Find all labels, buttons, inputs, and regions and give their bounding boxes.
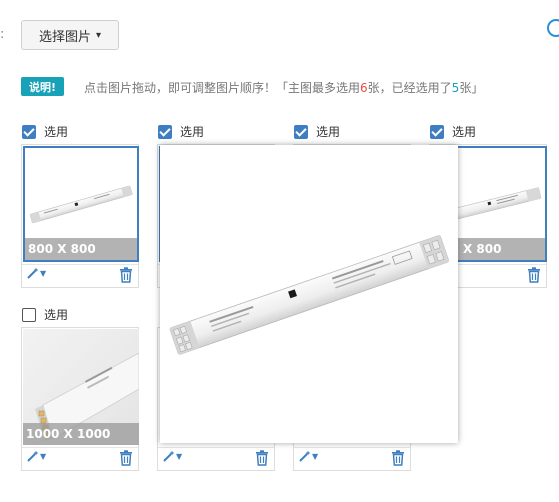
field-label-colon: : bbox=[0, 27, 5, 42]
checkbox-unchecked-icon[interactable] bbox=[22, 307, 36, 322]
select-checkbox-5[interactable]: 选用 bbox=[22, 306, 68, 323]
image-card-5[interactable]: 1000 X 1000 ▼ bbox=[21, 327, 139, 471]
chevron-down-icon: ▾ bbox=[95, 30, 102, 41]
product-thumbnail[interactable]: 1000 X 1000 bbox=[23, 329, 139, 445]
edit-image-button[interactable]: ▼ bbox=[298, 450, 318, 463]
edit-image-button[interactable]: ▼ bbox=[26, 450, 46, 463]
notice-text: 点击图片拖动，即可调整图片顺序！「主图最多选用6张，已经选用了5张」 bbox=[84, 79, 483, 96]
edit-image-button[interactable]: ▼ bbox=[26, 267, 46, 280]
notice-prefix: 点击图片拖动，即可调整图片顺序！「主图最多选用 bbox=[84, 81, 361, 95]
checkbox-checked-icon[interactable] bbox=[294, 124, 308, 139]
trash-icon[interactable] bbox=[119, 450, 133, 466]
card-divider bbox=[22, 264, 138, 265]
drag-preview-image[interactable] bbox=[160, 145, 458, 443]
magic-wand-icon bbox=[27, 450, 39, 462]
caret-down-icon: ▼ bbox=[176, 452, 183, 461]
notice-middle: 张，已经选用了 bbox=[367, 81, 452, 95]
checkbox-checked-icon[interactable] bbox=[158, 124, 172, 139]
trash-icon[interactable] bbox=[527, 267, 541, 283]
caret-down-icon: ▼ bbox=[40, 452, 47, 461]
notice-badge: 说明! bbox=[21, 77, 65, 96]
checkbox-label: 选用 bbox=[180, 125, 205, 139]
card-divider bbox=[158, 447, 274, 448]
checkbox-checked-icon[interactable] bbox=[430, 124, 444, 139]
select-checkbox-4[interactable]: 选用 bbox=[430, 123, 476, 140]
max-count: 6 bbox=[360, 81, 368, 95]
product-thumbnail[interactable]: 800 X 800 bbox=[23, 146, 139, 262]
trash-icon[interactable] bbox=[391, 450, 405, 466]
checkbox-label: 选用 bbox=[44, 308, 69, 322]
select-image-button[interactable]: 选择图片 ▾ bbox=[21, 20, 119, 50]
select-checkbox-2[interactable]: 选用 bbox=[158, 123, 204, 140]
caret-down-icon: ▼ bbox=[40, 269, 47, 278]
card-divider bbox=[294, 447, 410, 448]
checkbox-label: 选用 bbox=[44, 125, 69, 139]
edit-image-button[interactable]: ▼ bbox=[162, 450, 182, 463]
image-card-1[interactable]: 800 X 800 ▼ bbox=[21, 144, 139, 288]
select-image-label: 选择图片 bbox=[38, 29, 91, 45]
checkbox-label: 选用 bbox=[316, 125, 341, 139]
magic-wand-icon bbox=[27, 267, 39, 279]
trash-icon[interactable] bbox=[255, 450, 269, 466]
notice-suffix: 张」 bbox=[459, 81, 484, 95]
checkbox-checked-icon[interactable] bbox=[22, 124, 36, 139]
checkbox-label: 选用 bbox=[452, 125, 477, 139]
select-checkbox-1[interactable]: 选用 bbox=[22, 123, 68, 140]
help-icon[interactable] bbox=[547, 19, 559, 37]
caret-down-icon: ▼ bbox=[312, 452, 319, 461]
image-size-label: 800 X 800 bbox=[25, 238, 137, 260]
magic-wand-icon bbox=[163, 450, 175, 462]
image-size-label: 1000 X 1000 bbox=[23, 423, 139, 445]
select-checkbox-3[interactable]: 选用 bbox=[294, 123, 340, 140]
trash-icon[interactable] bbox=[119, 267, 133, 283]
ballast-large-image bbox=[169, 235, 450, 355]
magic-wand-icon bbox=[299, 450, 311, 462]
card-divider bbox=[22, 447, 138, 448]
